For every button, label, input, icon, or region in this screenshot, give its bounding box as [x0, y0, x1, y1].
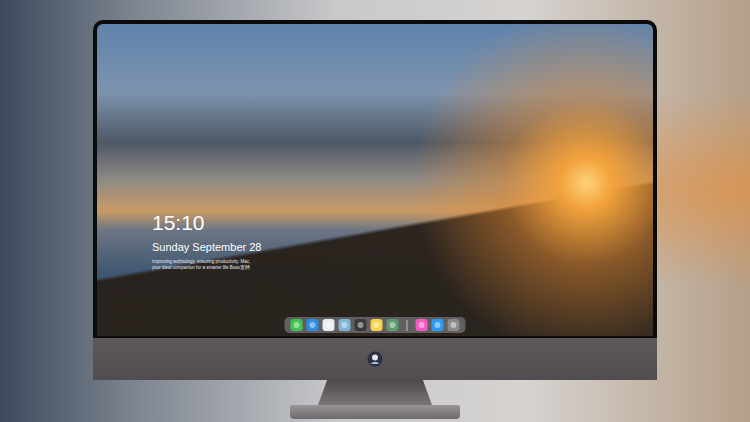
app-gloss	[342, 322, 348, 328]
dock-app-icon[interactable]	[339, 319, 351, 331]
dock-divider	[407, 320, 408, 331]
dock-app-icon[interactable]	[432, 319, 444, 331]
dock-app-icon[interactable]	[323, 319, 335, 331]
app-gloss	[390, 322, 396, 328]
app-gloss	[451, 322, 457, 328]
monitor-bezel: 15:10 Sunday September 28 Improving techno…	[93, 20, 657, 338]
dock-app-icon[interactable]	[307, 319, 319, 331]
app-gloss	[326, 322, 332, 328]
stand-base	[290, 405, 460, 419]
dock-app-icon[interactable]	[371, 319, 383, 331]
clock-time: 15:10	[152, 210, 261, 236]
dock	[285, 317, 466, 333]
brand-logo-icon	[367, 351, 383, 367]
wallpaper-photo: 15:10 Sunday September 28 Improving techno…	[97, 24, 653, 336]
dock-app-icon[interactable]	[387, 319, 399, 331]
app-gloss	[419, 322, 425, 328]
app-gloss	[435, 322, 441, 328]
lock-clock: 15:10 Sunday September 28 Improving techno…	[152, 210, 261, 270]
desktop-background: 15:10 Sunday September 28 Improving techno…	[0, 0, 750, 422]
monitor-chin	[93, 338, 657, 380]
stand-neck	[318, 380, 432, 405]
dock-app-icon[interactable]	[355, 319, 367, 331]
clock-date: Sunday September 28	[152, 240, 261, 254]
dock-app-icon[interactable]	[448, 319, 460, 331]
app-gloss	[358, 322, 364, 328]
dock-app-icon[interactable]	[416, 319, 428, 331]
tagline-line: Improving technology, ensuring productiv…	[152, 259, 261, 265]
tagline-line: your ideal companion for a smarter life.…	[152, 265, 261, 271]
dock-app-icon[interactable]	[291, 319, 303, 331]
tagline: Improving technology, ensuring productiv…	[152, 259, 261, 270]
monitor: 15:10 Sunday September 28 Improving techno…	[93, 0, 657, 422]
app-gloss	[374, 322, 380, 328]
app-gloss	[294, 322, 300, 328]
app-gloss	[310, 322, 316, 328]
